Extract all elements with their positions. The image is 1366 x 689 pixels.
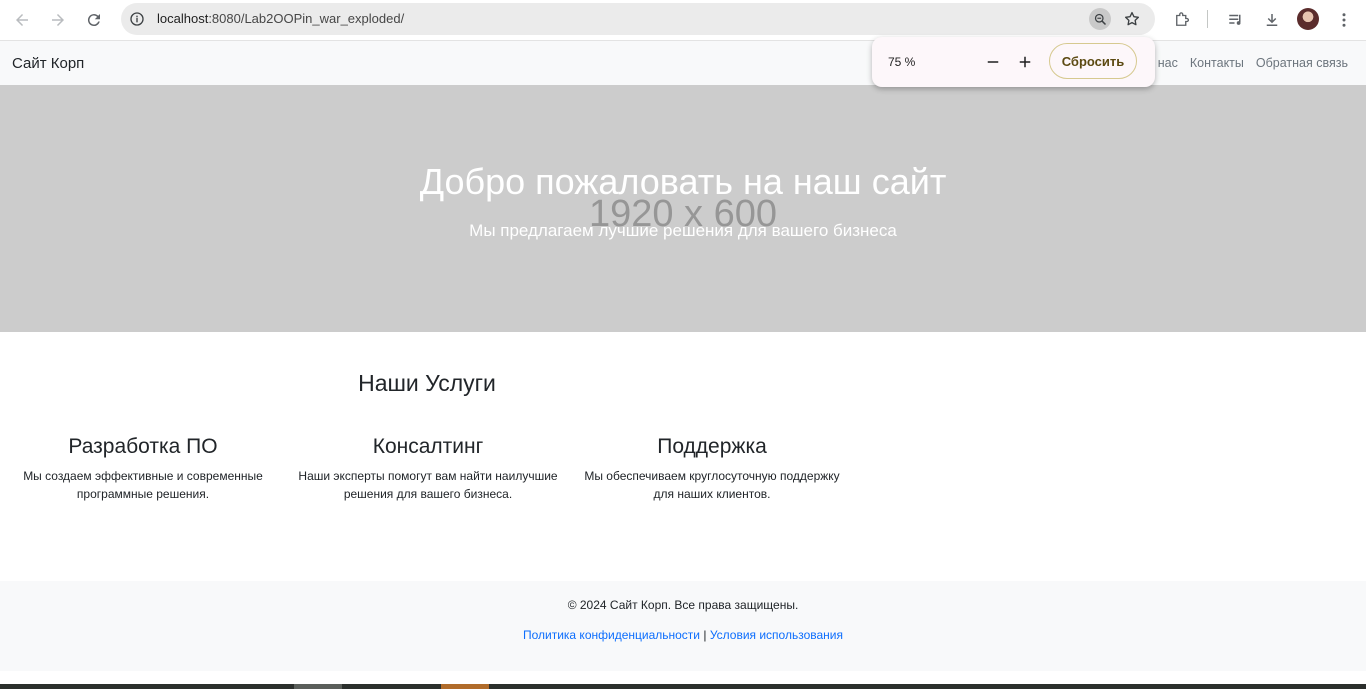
zoom-percent: 75 % xyxy=(888,55,916,69)
zoom-magnifier-icon[interactable] xyxy=(1089,8,1111,30)
nav-links: О нас Контакты Обратная связь xyxy=(1145,56,1348,70)
url-path: :8080/Lab2OOPin_war_exploded/ xyxy=(208,11,405,26)
download-icon[interactable] xyxy=(1258,6,1286,34)
service-text: Мы создаем эффективные и современные про… xyxy=(23,469,263,501)
profile-avatar[interactable] xyxy=(1297,8,1319,30)
zoom-in-plus-icon[interactable] xyxy=(1013,50,1037,74)
services-heading: Наши Услуги xyxy=(358,370,496,396)
service-title: Консалтинг xyxy=(372,435,484,458)
nav-link-feedback[interactable]: Обратная связь xyxy=(1256,56,1348,70)
back-arrow-icon[interactable] xyxy=(8,6,36,34)
footer-links: Политика конфиденциальности | Условия ис… xyxy=(0,628,1366,642)
hero-title: Добро пожаловать на наш сайт xyxy=(419,161,947,202)
taskbar-strip xyxy=(0,684,1366,689)
navbar-brand[interactable]: Сайт Корп xyxy=(12,55,84,72)
address-bar[interactable]: localhost:8080/Lab2OOPin_war_exploded/ xyxy=(121,3,1155,35)
zoom-popup: 75 % Сбросить xyxy=(872,37,1155,87)
service-text: Наши эксперты помогут вам найти наилучши… xyxy=(298,469,558,501)
site-navbar: Сайт Корп О нас Контакты Обратная связь xyxy=(0,41,1366,85)
service-card: Поддержка Мы обеспечиваем круглосуточную… xyxy=(581,435,843,503)
forward-arrow-icon[interactable] xyxy=(44,6,72,34)
hero-banner: 1920 x 600 Добро пожаловать на наш сайт … xyxy=(0,85,1366,332)
service-card: Консалтинг Наши эксперты помогут вам най… xyxy=(297,435,559,503)
media-queue-icon[interactable] xyxy=(1222,6,1250,34)
service-title: Поддержка xyxy=(657,435,767,458)
browser-toolbar: localhost:8080/Lab2OOPin_war_exploded/ xyxy=(0,0,1366,41)
footer-separator: | xyxy=(703,628,707,642)
menu-kebab-icon[interactable] xyxy=(1330,6,1358,34)
site-footer: © 2024 Сайт Корп. Все права защищены. По… xyxy=(0,581,1366,671)
taskbar-item[interactable] xyxy=(294,684,342,689)
toolbar-divider xyxy=(1207,10,1208,28)
bookmark-star-icon[interactable] xyxy=(1121,8,1143,30)
extensions-puzzle-icon[interactable] xyxy=(1168,6,1196,34)
service-text: Мы обеспечиваем круглосуточную поддержку… xyxy=(584,469,840,501)
terms-of-use-link[interactable]: Условия использования xyxy=(710,628,843,642)
footer-copyright: © 2024 Сайт Корп. Все права защищены. xyxy=(567,598,799,612)
taskbar-item[interactable] xyxy=(441,684,489,689)
zoom-reset-button[interactable]: Сбросить xyxy=(1049,43,1137,79)
url-text: localhost:8080/Lab2OOPin_war_exploded/ xyxy=(157,11,404,26)
zoom-out-minus-icon[interactable] xyxy=(981,50,1005,74)
url-host: localhost xyxy=(157,11,209,26)
nav-link-contacts[interactable]: Контакты xyxy=(1190,56,1244,70)
reload-icon[interactable] xyxy=(80,6,108,34)
site-info-icon[interactable] xyxy=(127,9,147,29)
service-card: Разработка ПО Мы создаем эффективные и с… xyxy=(12,435,274,503)
hero-subtitle: Мы предлагаем лучшие решения для вашего … xyxy=(469,221,897,240)
privacy-policy-link[interactable]: Политика конфиденциальности xyxy=(523,628,700,642)
service-title: Разработка ПО xyxy=(68,435,218,458)
